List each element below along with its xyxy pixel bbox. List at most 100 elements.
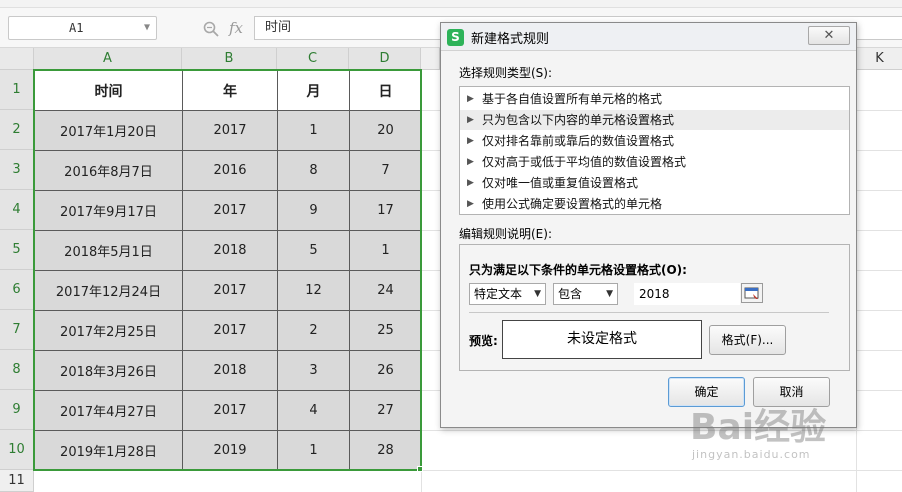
rule-type-label: 只为包含以下内容的单元格设置格式: [482, 113, 675, 127]
table-cell[interactable]: 2017: [182, 270, 278, 311]
format-button[interactable]: 格式(F)...: [709, 325, 786, 355]
column-header-b[interactable]: B: [182, 48, 277, 70]
row-header-10[interactable]: 10: [0, 430, 34, 470]
format-preview: 未设定格式: [502, 320, 702, 359]
header-cell-month[interactable]: 月: [277, 70, 350, 111]
rule-type-label: 使用公式确定要设置格式的单元格: [482, 197, 663, 211]
fill-handle[interactable]: [417, 466, 423, 472]
rule-type-label: 仅对唯一值或重复值设置格式: [482, 176, 639, 190]
column-header-e[interactable]: [421, 48, 440, 70]
header-cell-year[interactable]: 年: [182, 70, 278, 111]
rule-type-item[interactable]: ▶ 基于各自值设置所有单元格的格式: [460, 89, 849, 109]
table-row: 2017年1月20日 2017 1 20: [34, 110, 422, 151]
header-cell-time[interactable]: 时间: [34, 70, 183, 111]
table-cell[interactable]: 2017: [182, 190, 278, 231]
table-cell[interactable]: 9: [277, 190, 350, 231]
table-cell[interactable]: 2016年8月7日: [34, 150, 183, 191]
triangle-right-icon: ▶: [467, 199, 474, 209]
table-cell[interactable]: 2018: [182, 350, 278, 391]
rule-type-item[interactable]: ▶ 使用公式确定要设置格式的单元格: [460, 194, 849, 214]
watermark-text: Bai经验: [690, 407, 827, 448]
dialog-titlebar[interactable]: S 新建格式规则 ✕: [441, 23, 856, 51]
table-cell[interactable]: 28: [349, 430, 422, 471]
table-cell[interactable]: 26: [349, 350, 422, 391]
column-header-c[interactable]: C: [277, 48, 349, 70]
table-row: 2018年5月1日 2018 5 1: [34, 230, 422, 271]
table-cell[interactable]: 27: [349, 390, 422, 431]
table-cell[interactable]: 2017年9月17日: [34, 190, 183, 231]
condition-value-input[interactable]: 2018: [634, 283, 740, 305]
condition-type-select[interactable]: 特定文本 ▼: [469, 283, 546, 305]
rule-type-item[interactable]: ▶ 仅对唯一值或重复值设置格式: [460, 173, 849, 193]
column-header-a[interactable]: A: [34, 48, 182, 70]
row-header-11[interactable]: 11: [0, 470, 34, 492]
table-cell[interactable]: 4: [277, 390, 350, 431]
table-cell[interactable]: 24: [349, 270, 422, 311]
zoom-icon[interactable]: [202, 20, 220, 38]
column-header-d[interactable]: D: [349, 48, 421, 70]
row-header-7[interactable]: 7: [0, 310, 34, 350]
chevron-down-icon[interactable]: ▼: [144, 17, 150, 39]
select-all-corner[interactable]: [0, 48, 34, 70]
table-cell[interactable]: 1: [277, 110, 350, 151]
data-table: 时间 年 月 日 2017年1月20日 2017 1 20 2016年8月7日 2016…: [34, 70, 422, 471]
table-cell[interactable]: 2018年3月26日: [34, 350, 183, 391]
table-cell[interactable]: 20: [349, 110, 422, 151]
close-button[interactable]: ✕: [808, 26, 850, 45]
rule-type-label: 仅对排名靠前或靠后的数值设置格式: [482, 134, 675, 148]
table-cell[interactable]: 2017: [182, 110, 278, 151]
row-header-2[interactable]: 2: [0, 110, 34, 150]
name-box[interactable]: A1 ▼: [8, 16, 157, 40]
table-cell[interactable]: 8: [277, 150, 350, 191]
rule-type-label: 基于各自值设置所有单元格的格式: [482, 92, 663, 106]
header-cell-day[interactable]: 日: [349, 70, 422, 111]
table-cell[interactable]: 1: [277, 430, 350, 471]
range-select-icon: [744, 287, 759, 299]
table-cell[interactable]: 2017: [182, 390, 278, 431]
table-cell[interactable]: 2018年5月1日: [34, 230, 183, 271]
table-header-row: 时间 年 月 日: [34, 70, 422, 111]
rule-type-item-selected[interactable]: ▶ 只为包含以下内容的单元格设置格式: [460, 110, 849, 130]
table-cell[interactable]: 5: [277, 230, 350, 271]
table-cell[interactable]: 17: [349, 190, 422, 231]
table-cell[interactable]: 3: [277, 350, 350, 391]
row-header-5[interactable]: 5: [0, 230, 34, 270]
table-cell[interactable]: 2016: [182, 150, 278, 191]
row-header-1[interactable]: 1: [0, 70, 34, 110]
table-cell[interactable]: 2017年1月20日: [34, 110, 183, 151]
operator-select[interactable]: 包含 ▼: [553, 283, 618, 305]
rule-type-item[interactable]: ▶ 仅对排名靠前或靠后的数值设置格式: [460, 131, 849, 151]
table-cell[interactable]: 12: [277, 270, 350, 311]
rule-type-item[interactable]: ▶ 仅对高于或低于平均值的数值设置格式: [460, 152, 849, 172]
range-select-button[interactable]: [741, 283, 763, 303]
table-cell[interactable]: 25: [349, 310, 422, 351]
baidu-watermark: Bai经验 jingyan.baidu.com: [690, 398, 870, 468]
row-header-6[interactable]: 6: [0, 270, 34, 310]
table-cell[interactable]: 2017: [182, 310, 278, 351]
table-cell[interactable]: 2017年4月27日: [34, 390, 183, 431]
edit-rule-label: 编辑规则说明(E):: [459, 227, 552, 241]
condition-title: 只为满足以下条件的单元格设置格式(O):: [469, 263, 687, 277]
name-box-value: A1: [69, 21, 84, 35]
row-header-4[interactable]: 4: [0, 190, 34, 230]
table-cell[interactable]: 7: [349, 150, 422, 191]
table-cell[interactable]: 2018: [182, 230, 278, 271]
table-cell[interactable]: 2019年1月28日: [34, 430, 183, 471]
table-cell[interactable]: 2017年2月25日: [34, 310, 183, 351]
row-header-8[interactable]: 8: [0, 350, 34, 390]
condition-type-value: 特定文本: [474, 287, 523, 301]
table-row: 2016年8月7日 2016 8 7: [34, 150, 422, 191]
triangle-right-icon: ▶: [467, 136, 474, 146]
triangle-right-icon: ▶: [467, 178, 474, 188]
table-cell[interactable]: 1: [349, 230, 422, 271]
chevron-down-icon: ▼: [534, 289, 541, 299]
table-cell[interactable]: 2017年12月24日: [34, 270, 183, 311]
table-cell[interactable]: 2019: [182, 430, 278, 471]
triangle-right-icon: ▶: [467, 157, 474, 167]
column-header-k[interactable]: K: [857, 48, 902, 70]
table-cell[interactable]: 2: [277, 310, 350, 351]
chevron-down-icon: ▼: [606, 289, 613, 299]
fx-icon[interactable]: fx: [229, 19, 243, 37]
row-header-9[interactable]: 9: [0, 390, 34, 430]
row-header-3[interactable]: 3: [0, 150, 34, 190]
